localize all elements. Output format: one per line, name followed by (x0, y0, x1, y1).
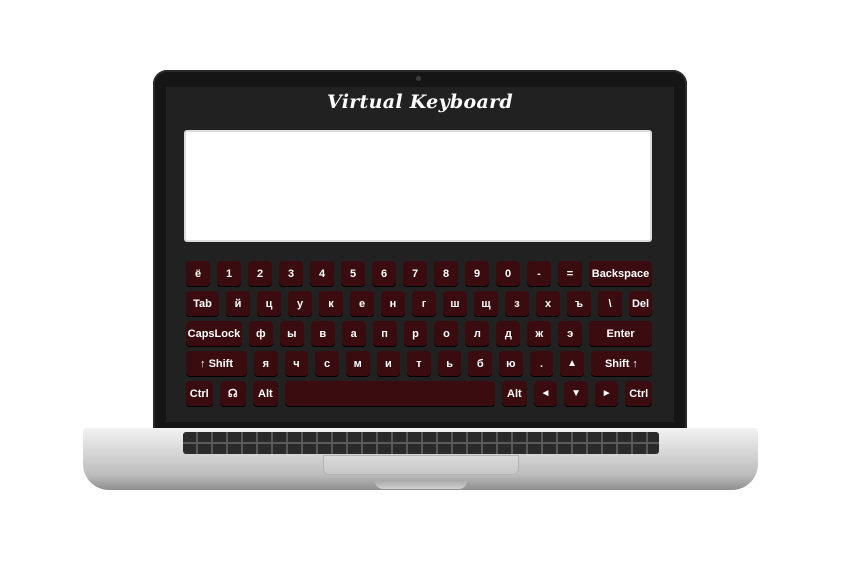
key-1[interactable]: 1 (217, 261, 241, 286)
key-5[interactable]: 5 (341, 261, 365, 286)
key-yu[interactable]: ю (499, 351, 523, 376)
key-y[interactable]: ы (279, 321, 304, 346)
key-ctrl-right[interactable]: Ctrl (625, 381, 652, 406)
key-k[interactable]: к (319, 291, 343, 316)
key-i[interactable]: и (376, 351, 401, 376)
key-capslock[interactable]: CapsLock (186, 321, 242, 346)
key-z[interactable]: з (505, 291, 529, 316)
key-9[interactable]: 9 (465, 261, 489, 286)
key-f[interactable]: ф (248, 321, 273, 346)
key-7[interactable]: 7 (403, 261, 427, 286)
key-y-short[interactable]: й (226, 291, 250, 316)
key-4[interactable]: 4 (310, 261, 334, 286)
trackpad (323, 455, 519, 475)
key-soft-sign[interactable]: ь (437, 351, 462, 376)
key-shift-left[interactable]: ↑ Shift (186, 351, 248, 376)
key-minus[interactable]: - (527, 261, 551, 286)
key-space[interactable] (284, 381, 496, 406)
key-m[interactable]: м (345, 351, 370, 376)
key-3[interactable]: 3 (279, 261, 303, 286)
key-delete[interactable]: Del (629, 291, 652, 316)
key-alt-right[interactable]: Alt (502, 381, 527, 406)
laptop-screen: Virtual Keyboard ё 1 2 3 4 5 6 7 8 9 0 -… (166, 87, 674, 422)
key-alt-left[interactable]: Alt (253, 381, 278, 406)
key-shift-right[interactable]: Shift ↑ (590, 351, 652, 376)
physical-keyboard-image (183, 432, 659, 454)
key-8[interactable]: 8 (434, 261, 458, 286)
key-r[interactable]: р (403, 321, 428, 346)
key-d[interactable]: д (496, 321, 521, 346)
arrow-down-icon[interactable]: ▼ (564, 381, 588, 406)
key-period[interactable]: . (529, 351, 554, 376)
key-t[interactable]: т (407, 351, 431, 376)
text-output-area[interactable] (184, 130, 652, 242)
keyboard-row-2: Tab й ц у к е н г ш щ з х ъ \ Del (186, 291, 652, 316)
virtual-keyboard: ё 1 2 3 4 5 6 7 8 9 0 - = Backspace Tab … (186, 261, 652, 411)
key-hard-sign[interactable]: ъ (567, 291, 591, 316)
key-zh[interactable]: ж (527, 321, 552, 346)
arrow-up-icon[interactable]: ▲ (560, 351, 584, 376)
key-kh[interactable]: х (536, 291, 560, 316)
keyboard-row-5: Ctrl ☊ Alt Alt ◄ ▼ ► Ctrl (186, 381, 652, 406)
key-2[interactable]: 2 (248, 261, 272, 286)
key-s[interactable]: с (315, 351, 339, 376)
key-backslash[interactable]: \ (598, 291, 622, 316)
key-shch[interactable]: щ (474, 291, 498, 316)
key-o[interactable]: о (434, 321, 459, 346)
keyboard-row-4: ↑ Shift я ч с м и т ь б ю . ▲ Shift ↑ (186, 351, 652, 376)
arrow-right-icon[interactable]: ► (594, 381, 619, 406)
key-b[interactable]: б (468, 351, 493, 376)
page-title: Virtual Keyboard (327, 91, 513, 113)
key-tab[interactable]: Tab (186, 291, 219, 316)
language-switch-icon[interactable]: ☊ (219, 381, 247, 406)
key-ctrl-left[interactable]: Ctrl (186, 381, 213, 406)
key-ts[interactable]: ц (257, 291, 281, 316)
key-backspace[interactable]: Backspace (589, 261, 652, 286)
key-n[interactable]: н (381, 291, 405, 316)
keyboard-row-1: ё 1 2 3 4 5 6 7 8 9 0 - = Backspace (186, 261, 652, 286)
key-equals[interactable]: = (558, 261, 582, 286)
key-ya[interactable]: я (254, 351, 278, 376)
keyboard-row-3: CapsLock ф ы в а п р о л д ж э Enter (186, 321, 652, 346)
key-g[interactable]: г (412, 291, 436, 316)
arrow-left-icon[interactable]: ◄ (533, 381, 558, 406)
key-v[interactable]: в (310, 321, 335, 346)
key-ch[interactable]: ч (284, 351, 309, 376)
key-u[interactable]: у (288, 291, 312, 316)
webcam-dot (416, 76, 421, 81)
key-0[interactable]: 0 (496, 261, 520, 286)
laptop-front-notch (375, 480, 467, 489)
key-sh[interactable]: ш (443, 291, 467, 316)
key-l[interactable]: л (465, 321, 490, 346)
key-a[interactable]: а (341, 321, 366, 346)
key-yo[interactable]: ё (186, 261, 210, 286)
key-p[interactable]: п (372, 321, 397, 346)
key-enter[interactable]: Enter (589, 321, 652, 346)
key-e[interactable]: э (558, 321, 583, 346)
key-6[interactable]: 6 (372, 261, 396, 286)
key-ye[interactable]: е (350, 291, 374, 316)
